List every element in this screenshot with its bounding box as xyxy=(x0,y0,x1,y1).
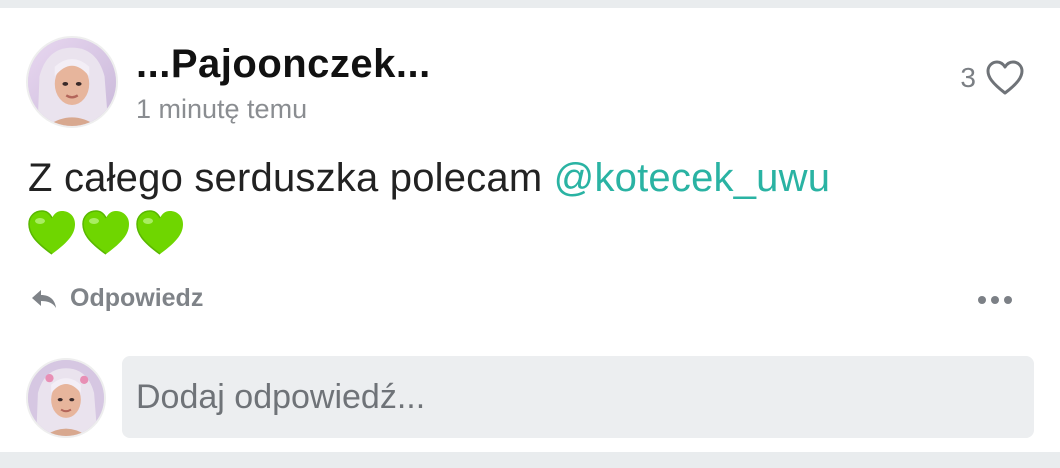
reply-input[interactable] xyxy=(122,356,1034,438)
reply-button[interactable]: Odpowiedz xyxy=(30,284,203,313)
author-name[interactable]: ...Pajoonczek... xyxy=(136,42,431,87)
green-heart-icon xyxy=(28,210,75,255)
avatar-image xyxy=(28,38,116,126)
like-count: 3 xyxy=(960,62,976,93)
comment-body: Z całego serduszka polecam xyxy=(28,156,554,200)
user-mention-link[interactable]: @kotecek_uwu xyxy=(554,156,830,200)
heart-outline-icon[interactable] xyxy=(986,60,1024,96)
more-dots-icon xyxy=(991,296,999,304)
like-group: 3 xyxy=(960,60,1024,96)
reply-arrow-icon xyxy=(32,289,56,308)
reply-label: Odpowiedz xyxy=(70,284,204,312)
current-user-avatar xyxy=(26,358,106,438)
comment-timestamp: 1 minutę temu xyxy=(136,94,308,124)
comment-text: Z całego serduszka polecam @kotecek_uwu xyxy=(28,156,830,201)
more-dots-icon xyxy=(978,296,986,304)
more-options-button[interactable] xyxy=(974,292,1016,308)
green-heart-icon xyxy=(136,210,183,255)
author-avatar[interactable] xyxy=(26,36,118,128)
more-dots-icon xyxy=(1004,296,1012,304)
avatar-image xyxy=(28,360,104,436)
green-heart-icon xyxy=(82,210,129,255)
comment-card: ...Pajoonczek... 1 minutę temu 3 Z całeg… xyxy=(0,8,1060,452)
emoji-row xyxy=(26,208,186,258)
